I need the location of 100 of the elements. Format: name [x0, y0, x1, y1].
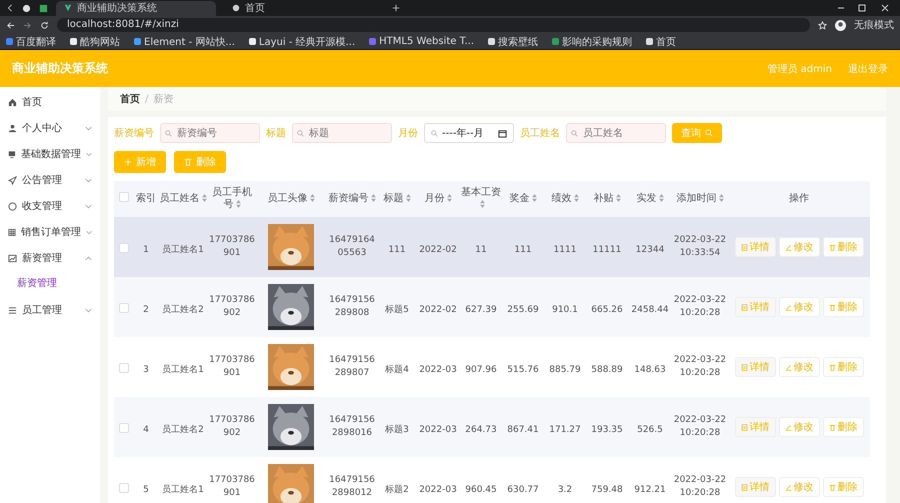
pencil-icon	[784, 244, 792, 250]
sort-icon[interactable]	[574, 194, 578, 202]
bookmark[interactable]: 酷狗网站	[70, 34, 120, 48]
base-salary: 907.96	[465, 364, 497, 377]
back-icon[interactable]	[6, 4, 14, 12]
bookmark[interactable]: HTML5 Website T...	[369, 36, 474, 47]
search-field[interactable]: 标题	[292, 123, 392, 143]
search-icon	[165, 130, 172, 136]
checkbox[interactable]	[119, 422, 129, 432]
phone-number: 17703786901	[209, 474, 255, 500]
sort-icon[interactable]	[406, 194, 410, 202]
month-cell-text: 2022-03	[419, 484, 457, 497]
checkbox[interactable]	[119, 192, 129, 202]
table-row[interactable]: 2 员工姓名2 17703786902 16479156289808 标题5 2022-02 627.39 255.69 910.1 665.26 2458.44 2022-03-22 10:20:28 详情 修改 删除	[114, 277, 870, 337]
sort-icon[interactable]	[310, 194, 314, 202]
sidebar-item[interactable]: 个人中心	[0, 115, 100, 141]
reload-icon[interactable]	[40, 20, 49, 30]
checkbox[interactable]	[119, 482, 129, 492]
month-cell-text: 2022-03	[419, 364, 457, 377]
browser-tab[interactable]: 首页	[224, 0, 384, 16]
base-salary: 627.39	[465, 304, 497, 317]
bookmark[interactable]: 百度翻译	[6, 34, 56, 48]
row-index: 5	[143, 484, 149, 497]
bookmark-icon	[70, 38, 77, 45]
search-icon	[571, 130, 578, 136]
title-cell-text: 标题4	[385, 364, 409, 377]
title-cell-text: 标题5	[385, 304, 409, 317]
sidebar-item[interactable]: 员工管理	[0, 297, 100, 323]
subsidy-cell-text: 665.26	[591, 304, 623, 317]
bookmark[interactable]: 搜索壁纸	[488, 34, 538, 48]
added-time: 2022-03-22 10:20:28	[673, 414, 727, 440]
pinned-tab-icon[interactable]	[39, 4, 48, 12]
bookmark[interactable]: Layui - 经典开源模...	[248, 34, 356, 48]
sort-icon[interactable]	[616, 194, 620, 202]
search-field[interactable]: 薪资编号	[160, 123, 260, 143]
search-icon	[705, 129, 713, 137]
phone-number: 17703786901	[209, 354, 255, 380]
v-logo-icon	[64, 4, 72, 12]
sort-icon[interactable]	[658, 194, 664, 202]
checkbox[interactable]	[119, 302, 129, 312]
sidebar-item[interactable]: 销售订单管理	[0, 219, 100, 245]
search-icon	[297, 130, 304, 136]
tab-title: 商业辅助决策系统	[77, 2, 157, 15]
sidebar-item[interactable]: 收支管理	[0, 193, 100, 219]
table-row[interactable]: 4 员工姓名2 17703786902 164791562898016 标题3 2022-03 264.73 867.41 171.27 193.35 526.5 2022-03-22 10:20:28 详情 修改 删除	[114, 397, 870, 457]
sidebar-item[interactable]: 首页	[0, 89, 100, 115]
pencil-icon	[784, 484, 792, 490]
table-row[interactable]: 5 员工姓名1 17703786901 164791562898012 标题2 2022-03 960.45 630.77 3.2 759.48 912.21 2022-03-22 10:20:28 详情 修改 删除	[114, 457, 870, 503]
bonus-cell-text: 867.41	[507, 424, 539, 437]
net-pay: 148.63	[634, 364, 666, 377]
bookmark[interactable]: Element - 网站快...	[134, 34, 235, 48]
address-bar[interactable]: localhost:8081/#/xinzi	[57, 18, 810, 32]
user-label: 管理员 admin	[767, 62, 832, 76]
forward-arrow-icon[interactable]	[23, 20, 32, 30]
bookmark-icon	[248, 38, 256, 45]
back-arrow-icon[interactable]	[6, 20, 15, 30]
filter-label: 员工姓名	[520, 127, 560, 140]
month-cell-text: 2022-02	[419, 244, 457, 257]
new-tab-icon[interactable]	[392, 4, 400, 12]
month-field[interactable]: ----年--月	[424, 123, 514, 143]
pencil-icon	[784, 424, 792, 430]
sort-icon[interactable]	[532, 194, 536, 202]
sidebar-item[interactable]: 薪资管理	[0, 245, 100, 271]
bonus-cell-text: 630.77	[507, 484, 539, 497]
sort-icon[interactable]	[446, 194, 452, 202]
table-row[interactable]: 3 员工姓名1 17703786901 16479156289807 标题4 2022-03 907.96 515.76 885.79 588.89 148.63 2022-03-22 10:20:28 详情 修改 删除	[114, 337, 870, 397]
profile-icon[interactable]	[835, 20, 846, 30]
sort-icon[interactable]	[480, 200, 484, 208]
net-pay: 2458.44	[631, 304, 669, 317]
sort-icon[interactable]	[370, 194, 376, 202]
grid-icon	[8, 228, 16, 236]
calendar-icon	[498, 128, 507, 138]
added-time: 2022-03-22 10:33:54	[673, 234, 727, 260]
employee-name: 员工姓名1	[162, 484, 204, 497]
search-icon	[431, 130, 438, 136]
sort-icon[interactable]	[718, 194, 724, 202]
bookmark-icon	[488, 38, 496, 45]
checkbox[interactable]	[119, 362, 129, 372]
trash-icon	[828, 304, 836, 310]
browser-tab[interactable]: 商业辅助决策系统	[56, 0, 216, 16]
submenu-item[interactable]: 薪资管理	[0, 271, 100, 297]
bookmark[interactable]: 影响的采购规则	[552, 34, 632, 48]
person-icon	[8, 124, 17, 132]
salary-number: 1647916405563	[328, 234, 376, 260]
sidebar-item[interactable]: 基础数据管理	[0, 141, 100, 167]
globe-icon[interactable]	[22, 4, 31, 12]
sort-icon[interactable]	[236, 200, 240, 208]
sidebar-item[interactable]: 公告管理	[0, 167, 100, 193]
pencil-icon	[784, 364, 792, 370]
bookmark-icon	[646, 38, 654, 45]
net-pay: 912.21	[634, 484, 666, 497]
bookmark[interactable]: 首页	[646, 34, 676, 48]
star-icon[interactable]	[818, 20, 827, 30]
breadcrumb-link[interactable]: 首页	[120, 92, 140, 106]
checkbox[interactable]	[119, 242, 129, 252]
row-index: 1	[143, 244, 149, 257]
title-cell-text: 标题3	[385, 424, 409, 437]
employee-name: 员工姓名1	[162, 244, 204, 257]
table-row[interactable]: 1 员工姓名1 17703786901 1647916405563 111 2022-02 11 111 1111 11111 12344 2022-03-22 10:33:54 详情 修改 删除	[114, 217, 870, 277]
search-field[interactable]: 员工姓名	[566, 123, 666, 143]
